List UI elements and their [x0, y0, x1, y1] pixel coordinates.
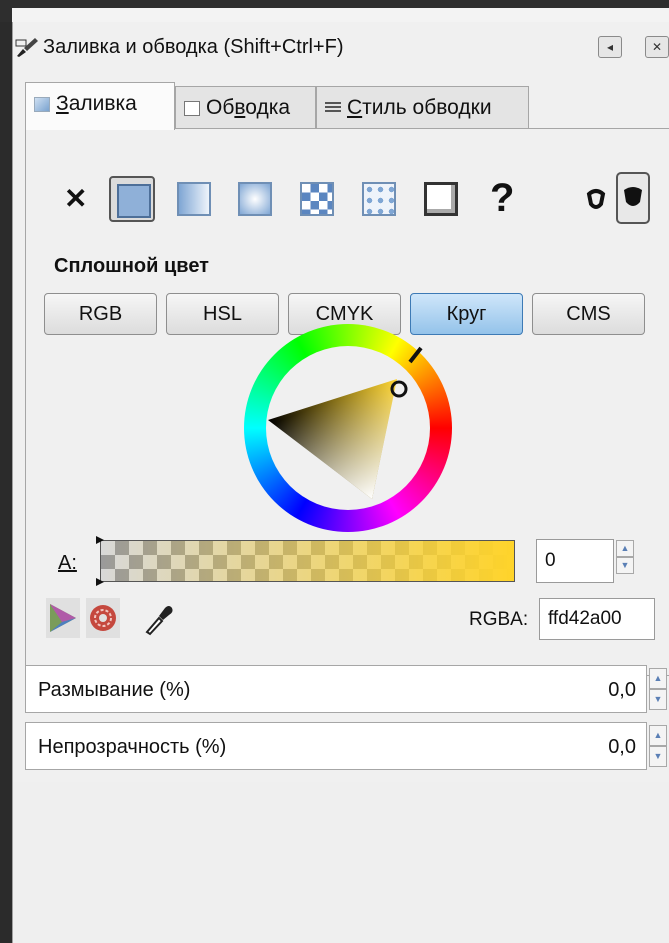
fill-evenodd-icon	[586, 189, 606, 209]
spin-down-icon[interactable]: ▼	[649, 746, 667, 767]
fill-tab-icon	[34, 96, 50, 112]
fill-evenodd-button[interactable]	[581, 182, 611, 216]
stroke-tab-icon	[184, 100, 200, 116]
collapse-icon[interactable]: ◂	[598, 36, 622, 58]
flat-color-button[interactable]	[109, 176, 155, 222]
sv-triangle[interactable]	[244, 324, 452, 532]
tab-stroke-style[interactable]: Стиль обводки	[316, 86, 529, 130]
blur-label: Размывание (%)	[38, 679, 191, 701]
flat-color-label: Сплошной цвет	[54, 255, 209, 277]
spin-up-icon[interactable]: ▲	[649, 725, 667, 746]
swatch-frame-icon	[424, 182, 458, 216]
spin-down-icon[interactable]: ▼	[649, 689, 667, 710]
unknown-paint-button[interactable]: ?	[480, 176, 526, 222]
spin-up-icon[interactable]: ▲	[616, 540, 634, 557]
top-strip	[0, 0, 669, 23]
paintbrush-icon	[15, 38, 38, 57]
flat-color-icon	[117, 184, 151, 218]
tab-stroke-paint[interactable]: Обводка	[175, 86, 316, 130]
blur-spin-buttons[interactable]: ▲ ▼	[649, 668, 667, 710]
out-of-gamut-icon	[86, 598, 120, 638]
opacity-row[interactable]: Непрозрачность (%) 0,0	[25, 722, 647, 770]
eyedropper-icon	[145, 606, 173, 636]
blur-row[interactable]: Размывание (%) 0,0	[25, 665, 647, 713]
no-paint-button[interactable]: ✕	[55, 176, 101, 222]
spin-up-icon[interactable]: ▲	[649, 668, 667, 689]
out-of-gamut-toggle[interactable]	[86, 598, 120, 638]
swatch-button[interactable]	[356, 176, 402, 222]
question-icon: ?	[490, 176, 515, 220]
tab-fill[interactable]: Заливка	[25, 82, 175, 130]
eyedropper-button[interactable]	[141, 598, 175, 638]
alpha-slider[interactable]	[100, 540, 515, 582]
pattern-icon	[300, 182, 334, 216]
alpha-input[interactable]: 0	[536, 539, 614, 583]
color-managed-icon	[46, 598, 80, 638]
close-icon[interactable]: ✕	[645, 36, 669, 58]
stroke-style-tab-icon	[325, 102, 341, 115]
opacity-label: Непрозрачность (%)	[38, 736, 227, 758]
hue-marker[interactable]	[408, 346, 423, 364]
linear-gradient-button[interactable]	[171, 176, 217, 222]
radial-gradient-button[interactable]	[232, 176, 278, 222]
mode-rgb-button[interactable]: RGB	[44, 293, 157, 335]
spin-down-icon[interactable]: ▼	[616, 557, 634, 574]
x-icon: ✕	[64, 183, 88, 214]
panel-titlebar[interactable]: Заливка и обводка (Shift+Ctrl+F) ◂ ✕	[13, 22, 669, 68]
color-wheel[interactable]	[244, 324, 452, 532]
opacity-value[interactable]: 0,0	[608, 736, 636, 759]
alpha-slider-handle[interactable]	[96, 536, 104, 586]
fill-nonzero-icon	[624, 187, 642, 206]
swatch-icon	[362, 182, 396, 216]
rgba-label: RGBA:	[469, 609, 529, 630]
opacity-spin-buttons[interactable]: ▲ ▼	[649, 725, 667, 767]
rgba-input[interactable]: ffd42a00	[539, 598, 655, 640]
linear-gradient-icon	[177, 182, 211, 216]
blur-value[interactable]: 0,0	[608, 679, 636, 702]
color-managed-toggle[interactable]	[46, 598, 80, 638]
panel-title: Заливка и обводка (Shift+Ctrl+F)	[43, 36, 344, 58]
mode-cms-button[interactable]: CMS	[532, 293, 645, 335]
radial-gradient-icon	[238, 182, 272, 216]
fill-nonzero-button[interactable]	[616, 172, 650, 224]
empty-panel-area	[13, 782, 669, 943]
fill-stroke-panel: Заливка и обводка (Shift+Ctrl+F) ◂ ✕ Зал…	[12, 22, 669, 943]
pattern-button[interactable]	[294, 176, 340, 222]
alpha-spin-buttons[interactable]: ▲ ▼	[616, 540, 634, 574]
alpha-label: A:	[58, 552, 77, 574]
unset-paint-button[interactable]	[418, 176, 464, 222]
